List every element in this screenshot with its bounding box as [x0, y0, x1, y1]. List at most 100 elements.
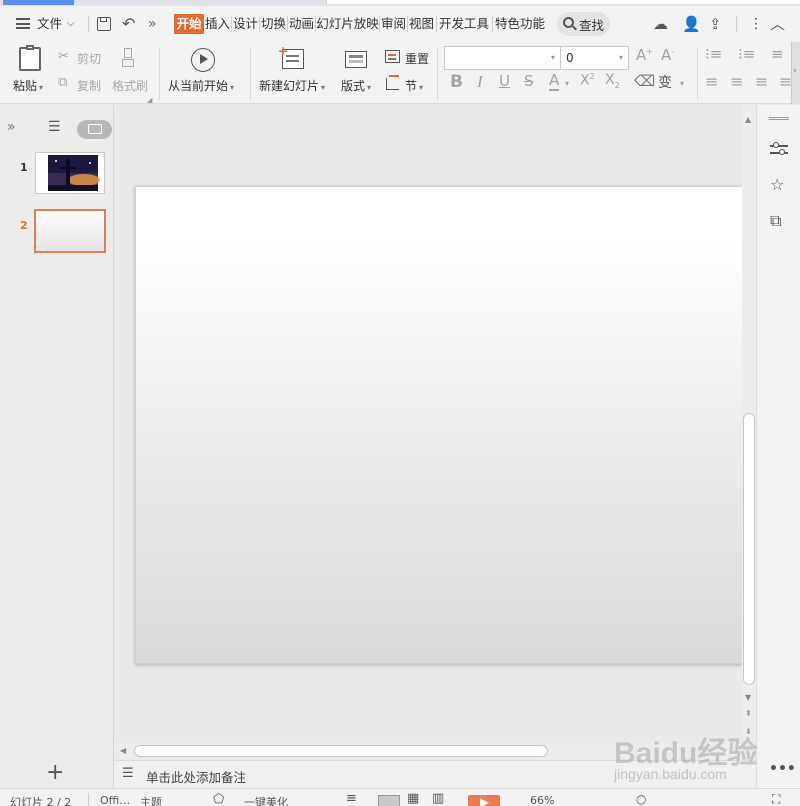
reset-button[interactable]: 重置	[405, 50, 429, 67]
theme-label: 主题	[140, 796, 162, 806]
ribbon-toolbar: 粘贴 ▾ ✂ 剪切 ⧉ 复制 格式刷 ◢ 从当前开始 ▾ + 新建幻灯片 ▾ 版式 ▾ …	[0, 42, 800, 104]
phonetic-guide-icon[interactable]: 变	[658, 72, 672, 92]
current-slide[interactable]	[135, 186, 743, 664]
tab-transitions[interactable]: 切换	[260, 14, 287, 34]
align-right-icon[interactable]: ≡	[755, 72, 768, 91]
hamburger-icon[interactable]	[16, 18, 30, 29]
play-icon	[480, 798, 489, 806]
new-slide-button[interactable]: 新建幻灯片 ▾	[259, 77, 325, 94]
align-center-icon[interactable]: ≡	[730, 72, 743, 91]
decrease-font-size-icon[interactable]: A-	[661, 46, 674, 64]
previous-slide-icon[interactable]: ⇞	[745, 709, 752, 718]
slide-thumbnail-2[interactable]	[34, 209, 106, 253]
property-settings-icon[interactable]	[770, 141, 788, 157]
tab-developer[interactable]: 开发工具	[438, 14, 490, 34]
tab-review[interactable]: 审阅	[380, 14, 407, 34]
zoom-level[interactable]: 66%	[530, 794, 554, 806]
normal-view-icon[interactable]	[378, 795, 400, 806]
paste-icon[interactable]	[19, 45, 41, 71]
share-icon[interactable]: ⇪	[709, 6, 722, 42]
copy-icon: ⧉	[58, 75, 68, 90]
bold-icon[interactable]: B	[450, 72, 463, 92]
fit-window-icon[interactable]: ⛶	[772, 792, 780, 806]
watermark-url: jingyan.baidu.com	[614, 766, 727, 782]
search-box[interactable]: 查找	[557, 12, 610, 36]
format-painter-icon	[122, 48, 134, 70]
numbered-list-icon[interactable]: ⁝≡	[738, 45, 755, 63]
layout-button[interactable]: 版式 ▾	[341, 77, 371, 94]
copy-button[interactable]: 复制	[77, 77, 101, 94]
tab-animation[interactable]: 动画	[288, 14, 315, 34]
clipboard-launcher-icon[interactable]: ◢	[147, 96, 152, 104]
active-document-tab[interactable]	[3, 0, 74, 5]
slide-sorter-view-icon[interactable]: ▦	[407, 791, 419, 806]
notes-toggle-icon[interactable]: ≡	[346, 791, 357, 806]
font-size-select[interactable]: 0 ▾	[560, 46, 629, 70]
custom-animation-star-icon[interactable]: ☆	[770, 175, 784, 194]
vertical-scrollbar[interactable]: ▲ ▼ ⇞ ⇟	[742, 105, 756, 745]
phonetic-dropdown-icon[interactable]: ▾	[680, 79, 684, 88]
slide-view-icon	[88, 124, 102, 134]
paste-button[interactable]: 粘贴 ▾	[13, 77, 43, 94]
beautify-icon: ⬠	[213, 792, 225, 806]
scroll-left-icon[interactable]: ◀	[120, 746, 126, 755]
file-menu[interactable]: 文件	[37, 6, 62, 42]
notes-placeholder: 单击此处添加备注	[146, 770, 247, 785]
scroll-up-icon[interactable]: ▲	[745, 115, 751, 124]
increase-font-size-icon[interactable]: A+	[636, 46, 653, 64]
slide-number: 1	[20, 161, 28, 174]
section-icon	[386, 75, 399, 90]
expand-panel-icon[interactable]: »	[7, 119, 16, 135]
slide-info: 幻灯片 2 / 2	[10, 796, 72, 806]
superscript-icon[interactable]: X2	[580, 72, 595, 89]
play-slideshow-button[interactable]	[468, 795, 500, 806]
tab-insert[interactable]: 插入	[204, 14, 231, 34]
search-label: 查找	[579, 18, 605, 33]
underline-icon[interactable]: U	[499, 72, 510, 90]
file-menu-chevron-down-icon[interactable]: ⌵	[67, 6, 75, 42]
font-color-dropdown-icon[interactable]: ▾	[565, 79, 569, 88]
save-icon[interactable]	[97, 17, 111, 31]
section-button[interactable]: 节 ▾	[405, 77, 423, 94]
new-slide-icon[interactable]: +	[278, 44, 304, 69]
slide-thumbnail-1[interactable]	[35, 152, 105, 194]
cloud-sync-icon[interactable]: ☁	[653, 6, 668, 42]
tab-home[interactable]: 开始	[174, 14, 204, 34]
more-tools-icon[interactable]: •••	[769, 761, 796, 777]
eraser-clear-format-icon[interactable]: ⌫	[634, 72, 655, 90]
cut-button[interactable]: 剪切	[77, 50, 101, 67]
play-from-current-icon[interactable]	[191, 48, 215, 72]
from-current-button[interactable]: 从当前开始 ▾	[168, 77, 234, 94]
add-slide-plus-icon[interactable]: +	[46, 760, 64, 786]
vertical-scroll-thumb[interactable]	[743, 413, 755, 685]
slide-view-toggle[interactable]	[77, 120, 112, 139]
subscript-icon[interactable]: X2	[605, 72, 620, 90]
align-left-icon[interactable]: ≡	[705, 72, 718, 91]
theme-name[interactable]: Offi…	[100, 794, 130, 806]
outline-view-icon[interactable]: ☰	[48, 119, 61, 135]
tab-slideshow[interactable]: 幻灯片放映	[316, 14, 379, 34]
indent-icon[interactable]: ≡	[771, 45, 784, 63]
font-name-select[interactable]: ▾	[444, 46, 561, 70]
undo-icon[interactable]: ↶	[122, 6, 135, 42]
strikethrough-icon[interactable]: S	[524, 72, 534, 90]
tab-view[interactable]: 视图	[408, 14, 435, 34]
more-chevron-icon[interactable]: »	[148, 6, 157, 42]
font-color-icon[interactable]: A	[549, 72, 560, 91]
collapse-ribbon-chevron-up-icon[interactable]: ︿	[770, 6, 785, 42]
collaborate-user-icon[interactable]: 👤	[682, 6, 701, 42]
horizontal-scroll-thumb[interactable]	[134, 745, 548, 757]
layout-icon[interactable]	[345, 51, 367, 68]
slide-transition-icon[interactable]: ⧉	[770, 211, 781, 231]
format-painter-button[interactable]: 格式刷	[112, 77, 148, 94]
slide-number: 2	[20, 219, 28, 232]
reading-view-icon[interactable]: ▥	[432, 791, 444, 806]
tab-design[interactable]: 设计	[232, 14, 259, 34]
more-options-icon[interactable]: ⋮	[749, 6, 763, 42]
tab-special[interactable]: 特色功能	[494, 14, 546, 34]
ribbon-scroll-right-icon[interactable]: ›	[791, 42, 800, 104]
italic-icon[interactable]: I	[477, 72, 483, 92]
scroll-down-icon[interactable]: ▼	[745, 693, 751, 702]
beautify-button[interactable]: 一键美化	[244, 794, 288, 806]
bullet-list-icon[interactable]: ⁝≡	[705, 45, 722, 63]
